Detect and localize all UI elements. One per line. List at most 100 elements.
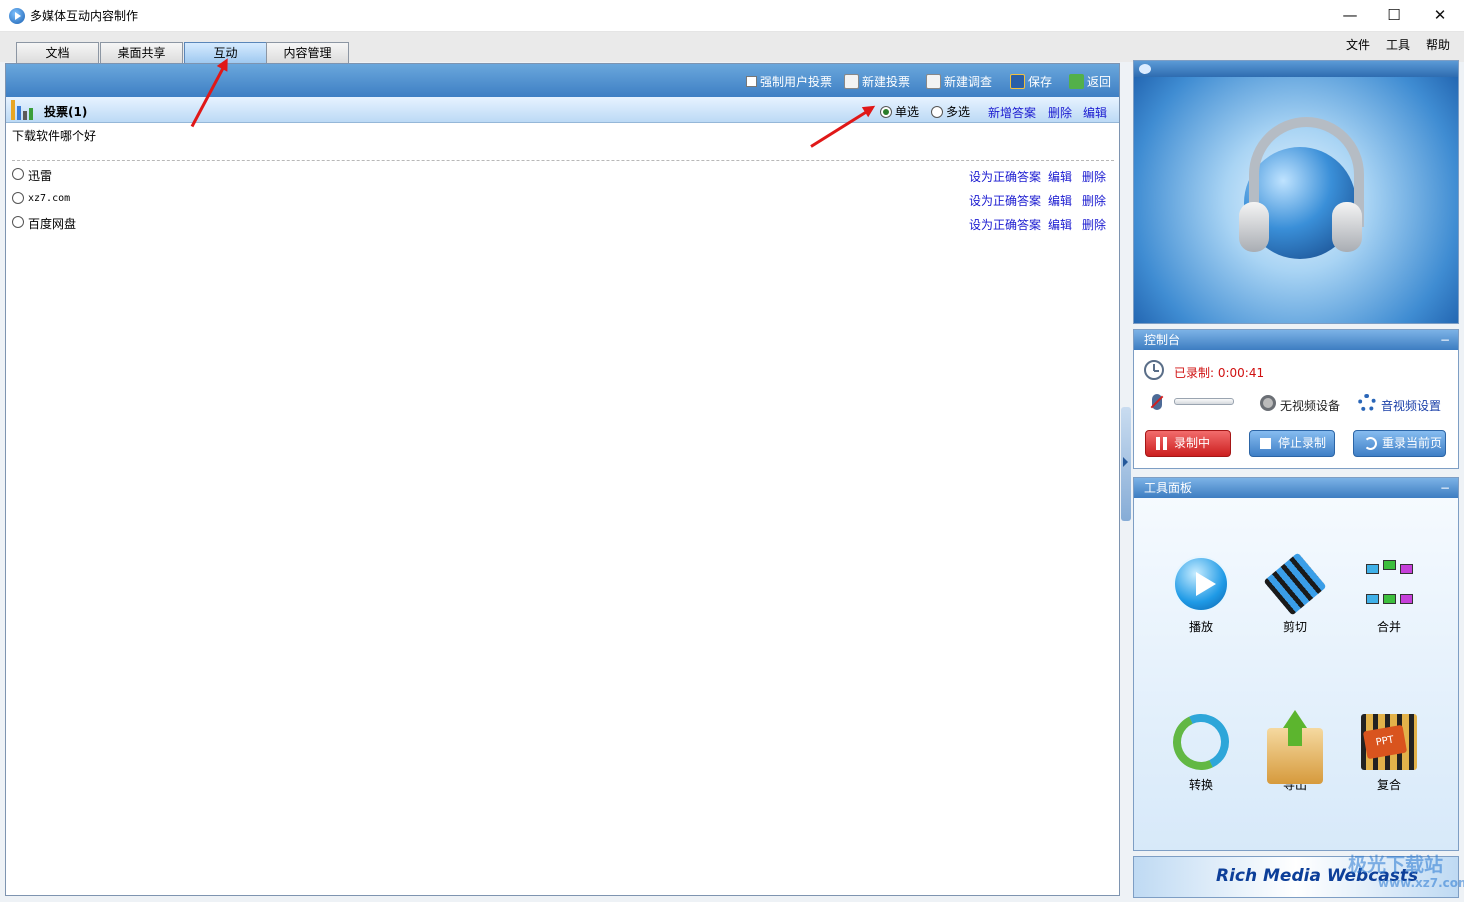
new-survey-button[interactable]: 新建调查 — [926, 73, 992, 90]
tool-export[interactable]: 导出 — [1260, 710, 1330, 793]
save-label: 保存 — [1028, 75, 1053, 89]
console-title: 控制台 — [1144, 333, 1181, 347]
set-correct-link[interactable]: 设为正确答案 — [969, 168, 1041, 185]
tab-desktop-share[interactable]: 桌面共享 — [100, 42, 183, 63]
title-bar: 多媒体互动内容制作 — ☐ ✕ — [0, 0, 1464, 32]
tool-cut[interactable]: 剪切 — [1260, 552, 1330, 635]
delete-answer-link[interactable]: 删除 — [1082, 192, 1106, 209]
convert-arrows-icon — [1165, 706, 1237, 778]
tool-convert-label: 转换 — [1188, 778, 1213, 792]
console-collapse-button[interactable]: − — [1440, 330, 1450, 350]
watermark-url: www.xz7.com — [1378, 876, 1464, 890]
new-vote-button[interactable]: 新建投票 — [844, 73, 910, 90]
console-panel: 控制台 − 已录制: 0:00:41 无视频设备 音视频设置 录制中 停止录制 … — [1133, 329, 1459, 469]
answer-text: 迅雷 — [28, 169, 53, 183]
gear-icon[interactable] — [1358, 394, 1376, 412]
vote-question: 下载软件哪个好 — [12, 129, 97, 143]
tool-composite[interactable]: 复合 — [1354, 714, 1424, 793]
edit-answer-link[interactable]: 编辑 — [1048, 216, 1072, 233]
delete-vote-link[interactable]: 删除 — [1048, 104, 1072, 121]
radio-selected-icon[interactable] — [880, 105, 892, 118]
multi-choice-label: 多选 — [946, 105, 971, 119]
answer-radio[interactable] — [12, 168, 24, 180]
main-panel: 强制用户投票 新建投票 新建调查 保存 返回 投票(1) 单选 多选 新增答案 … — [5, 63, 1120, 896]
microphone-muted-icon[interactable] — [1152, 394, 1162, 410]
back-button[interactable]: 返回 — [1069, 73, 1111, 90]
no-video-device-label: 无视频设备 — [1280, 399, 1341, 413]
new-survey-label: 新建调查 — [944, 75, 993, 89]
menu-file[interactable]: 文件 — [1346, 36, 1370, 53]
tool-play[interactable]: 播放 — [1166, 556, 1236, 635]
close-button[interactable]: ✕ — [1417, 0, 1463, 31]
video-preview-panel — [1133, 60, 1459, 324]
menu-tools[interactable]: 工具 — [1386, 36, 1410, 53]
panel-splitter-handle[interactable] — [1121, 407, 1131, 521]
radio-icon[interactable] — [931, 105, 943, 118]
pause-icon — [1156, 437, 1167, 450]
tools-collapse-button[interactable]: − — [1440, 478, 1450, 498]
edit-answer-link[interactable]: 编辑 — [1048, 192, 1072, 209]
new-vote-label: 新建投票 — [862, 75, 911, 89]
delete-answer-link[interactable]: 删除 — [1082, 216, 1106, 233]
stop-recording-label: 停止录制 — [1278, 436, 1327, 450]
rerecord-page-button[interactable]: 重录当前页 — [1353, 430, 1446, 457]
tool-cut-label: 剪切 — [1282, 620, 1307, 634]
export-tray-icon — [1267, 710, 1323, 784]
back-label: 返回 — [1087, 75, 1112, 89]
vote-header: 投票(1) 单选 多选 新增答案 删除 编辑 — [6, 97, 1119, 123]
answer-radio[interactable] — [12, 216, 24, 228]
maximize-button[interactable]: ☐ — [1371, 0, 1417, 31]
set-correct-link[interactable]: 设为正确答案 — [969, 192, 1041, 209]
answer-row: xz7.com 设为正确答案 编辑 删除 — [12, 190, 1112, 208]
new-document-icon — [844, 74, 859, 89]
undo-icon — [1364, 437, 1377, 450]
single-choice-label: 单选 — [895, 105, 920, 119]
play-icon — [1173, 556, 1229, 612]
tab-documents[interactable]: 文档 — [16, 42, 99, 63]
menu-help[interactable]: 帮助 — [1426, 36, 1450, 53]
back-arrow-icon — [1069, 74, 1084, 89]
force-vote-label: 强制用户投票 — [760, 75, 833, 89]
add-answer-link[interactable]: 新增答案 — [988, 104, 1036, 121]
delete-answer-link[interactable]: 删除 — [1082, 168, 1106, 185]
tool-play-label: 播放 — [1188, 620, 1213, 634]
recording-button[interactable]: 录制中 — [1145, 430, 1231, 457]
av-settings-link[interactable]: 音视频设置 — [1381, 397, 1441, 414]
volume-slider[interactable] — [1174, 398, 1234, 405]
tool-merge[interactable]: 合并 — [1354, 556, 1424, 635]
film-scissors-icon — [1263, 552, 1327, 616]
tools-header: 工具面板 − — [1134, 478, 1458, 498]
tools-panel: 工具面板 − 播放 剪切 合并 转换 导出 复合 — [1133, 477, 1459, 851]
clock-icon — [1144, 360, 1164, 380]
tool-merge-label: 合并 — [1376, 620, 1401, 634]
rerecord-label: 重录当前页 — [1382, 436, 1443, 450]
answer-row: 百度网盘 设为正确答案 编辑 删除 — [12, 214, 1112, 232]
window-title: 多媒体互动内容制作 — [30, 9, 139, 23]
force-vote-checkbox[interactable]: 强制用户投票 — [746, 73, 832, 90]
single-choice-radio[interactable]: 单选 — [880, 103, 919, 120]
set-correct-link[interactable]: 设为正确答案 — [969, 216, 1041, 233]
watermark-text: 极光下载站 — [1348, 854, 1444, 876]
app-icon — [9, 8, 25, 24]
webcam-icon — [1260, 395, 1276, 411]
multi-choice-radio[interactable]: 多选 — [931, 103, 970, 120]
minimize-button[interactable]: — — [1327, 0, 1373, 31]
merge-icon — [1361, 556, 1417, 612]
recorded-time: 已录制: 0:00:41 — [1174, 366, 1265, 380]
answer-radio[interactable] — [12, 192, 24, 204]
answer-text: 百度网盘 — [28, 217, 77, 231]
tool-convert[interactable]: 转换 — [1165, 706, 1237, 793]
stop-recording-button[interactable]: 停止录制 — [1249, 430, 1335, 457]
tab-content-management[interactable]: 内容管理 — [266, 42, 349, 63]
new-survey-icon — [926, 74, 941, 89]
main-toolbar: 强制用户投票 新建投票 新建调查 保存 返回 — [6, 64, 1119, 97]
edit-answer-link[interactable]: 编辑 — [1048, 168, 1072, 185]
vote-title: 投票(1) — [44, 105, 88, 119]
save-button[interactable]: 保存 — [1010, 73, 1052, 90]
video-header — [1134, 61, 1458, 77]
video-placeholder-image — [1134, 77, 1458, 323]
checkbox-icon[interactable] — [746, 76, 757, 87]
divider — [12, 160, 1114, 161]
edit-vote-link[interactable]: 编辑 — [1083, 104, 1107, 121]
headphone-cup-right — [1332, 202, 1362, 252]
